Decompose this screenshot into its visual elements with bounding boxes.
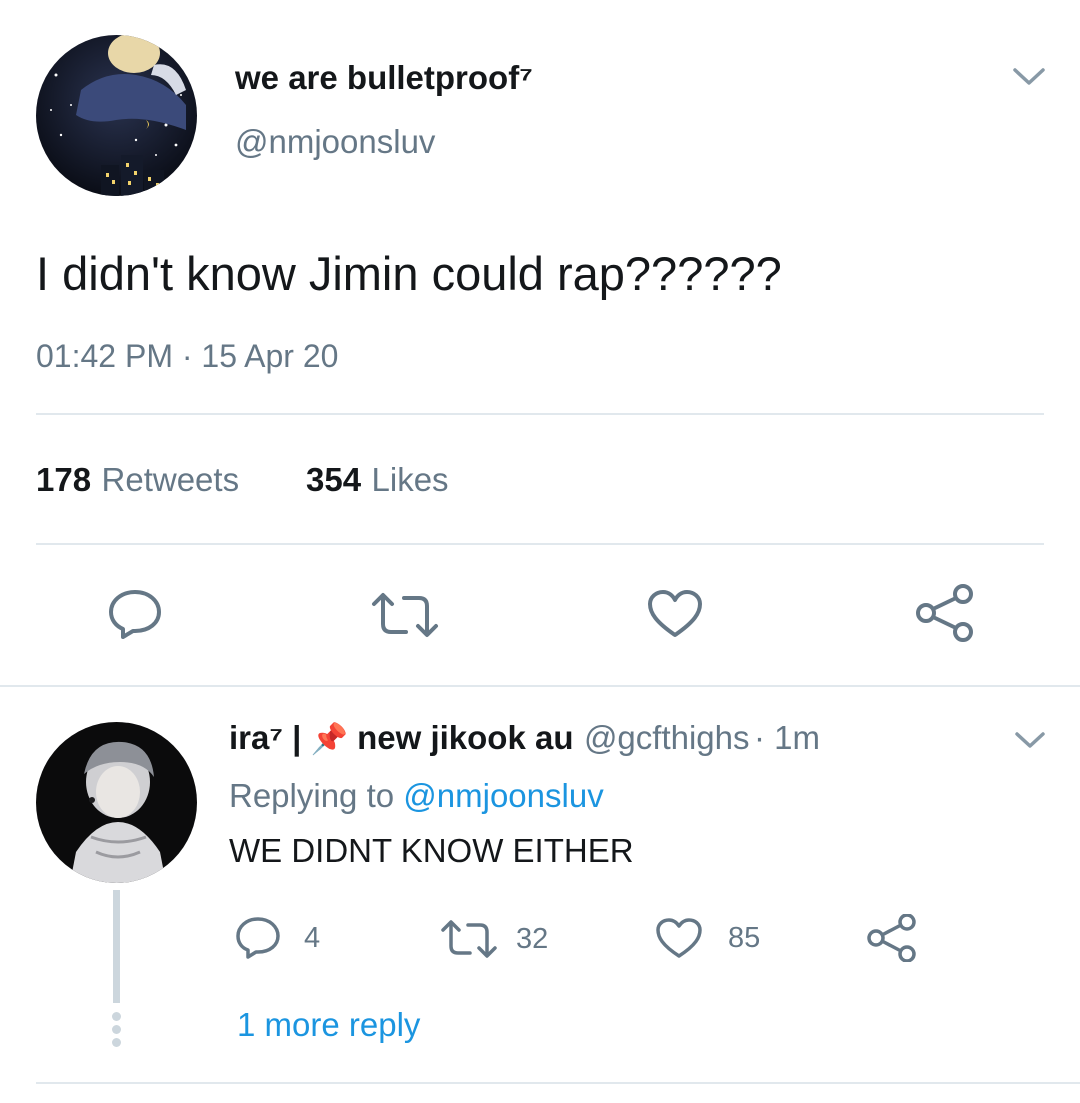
reply-handle: @gcfthighs: [583, 719, 750, 756]
thread-dot: [112, 1038, 121, 1047]
reply-icon: [234, 916, 282, 960]
reply-text: WE DIDNT KNOW EITHER: [229, 832, 634, 869]
tweet-timestamp[interactable]: 01:42 PM · 15 Apr 20: [36, 336, 338, 376]
replying-to-label: Replying to: [229, 777, 395, 814]
divider: [0, 685, 1080, 687]
author-avatar[interactable]: [36, 35, 197, 196]
pin-emoji-icon: 📌: [310, 723, 348, 756]
like-count: 85: [728, 921, 761, 954]
like-icon[interactable]: [646, 588, 704, 640]
replying-to-handle-link[interactable]: @nmjoonsluv: [403, 777, 603, 814]
like-icon: [654, 916, 704, 960]
reply-comment-button[interactable]: 4: [234, 916, 320, 960]
likes-label: Likes: [371, 461, 449, 498]
chevron-down-icon[interactable]: [1012, 66, 1046, 88]
reply-author-avatar[interactable]: [36, 722, 197, 883]
reply-display-name-prefix: ira⁷ |: [229, 719, 311, 756]
retweets-label: Retweets: [101, 461, 240, 498]
reply-display-name-suffix: new jikook au: [347, 719, 574, 756]
retweet-icon[interactable]: [370, 590, 440, 640]
author-display-name[interactable]: we are bulletproof⁷: [235, 58, 533, 98]
retweet-count: 32: [516, 922, 549, 955]
reply-icon[interactable]: [106, 588, 164, 640]
replying-to: Replying to @nmjoonsluv: [229, 776, 604, 816]
thread-dot: [112, 1025, 121, 1034]
likes-stat[interactable]: 354 Likes: [306, 460, 449, 507]
divider: [36, 413, 1044, 415]
reply-header[interactable]: ira⁷ | 📌 new jikook au @gcfthighs · 1m: [229, 718, 820, 765]
divider: [36, 1082, 1080, 1084]
reply-time: · 1m: [753, 719, 820, 756]
retweet-icon: [440, 918, 498, 960]
retweets-count: 178: [36, 461, 92, 498]
author-handle[interactable]: @nmjoonsluv: [235, 122, 435, 162]
chevron-down-icon[interactable]: [1014, 730, 1046, 750]
share-icon[interactable]: [914, 584, 976, 642]
reply-count: 4: [304, 921, 321, 954]
reply-retweet-button[interactable]: 32: [440, 918, 548, 960]
retweets-stat[interactable]: 178 Retweets: [36, 460, 239, 507]
divider: [36, 543, 1044, 545]
thread-line: [113, 890, 120, 1003]
tweet-text: I didn't know Jimin could rap??????: [36, 247, 782, 300]
reply-like-button[interactable]: 85: [654, 916, 760, 960]
thread-dot: [112, 1012, 121, 1021]
likes-count: 354: [306, 461, 362, 498]
more-replies-link[interactable]: 1 more reply: [237, 1005, 420, 1045]
share-icon[interactable]: [866, 914, 918, 962]
